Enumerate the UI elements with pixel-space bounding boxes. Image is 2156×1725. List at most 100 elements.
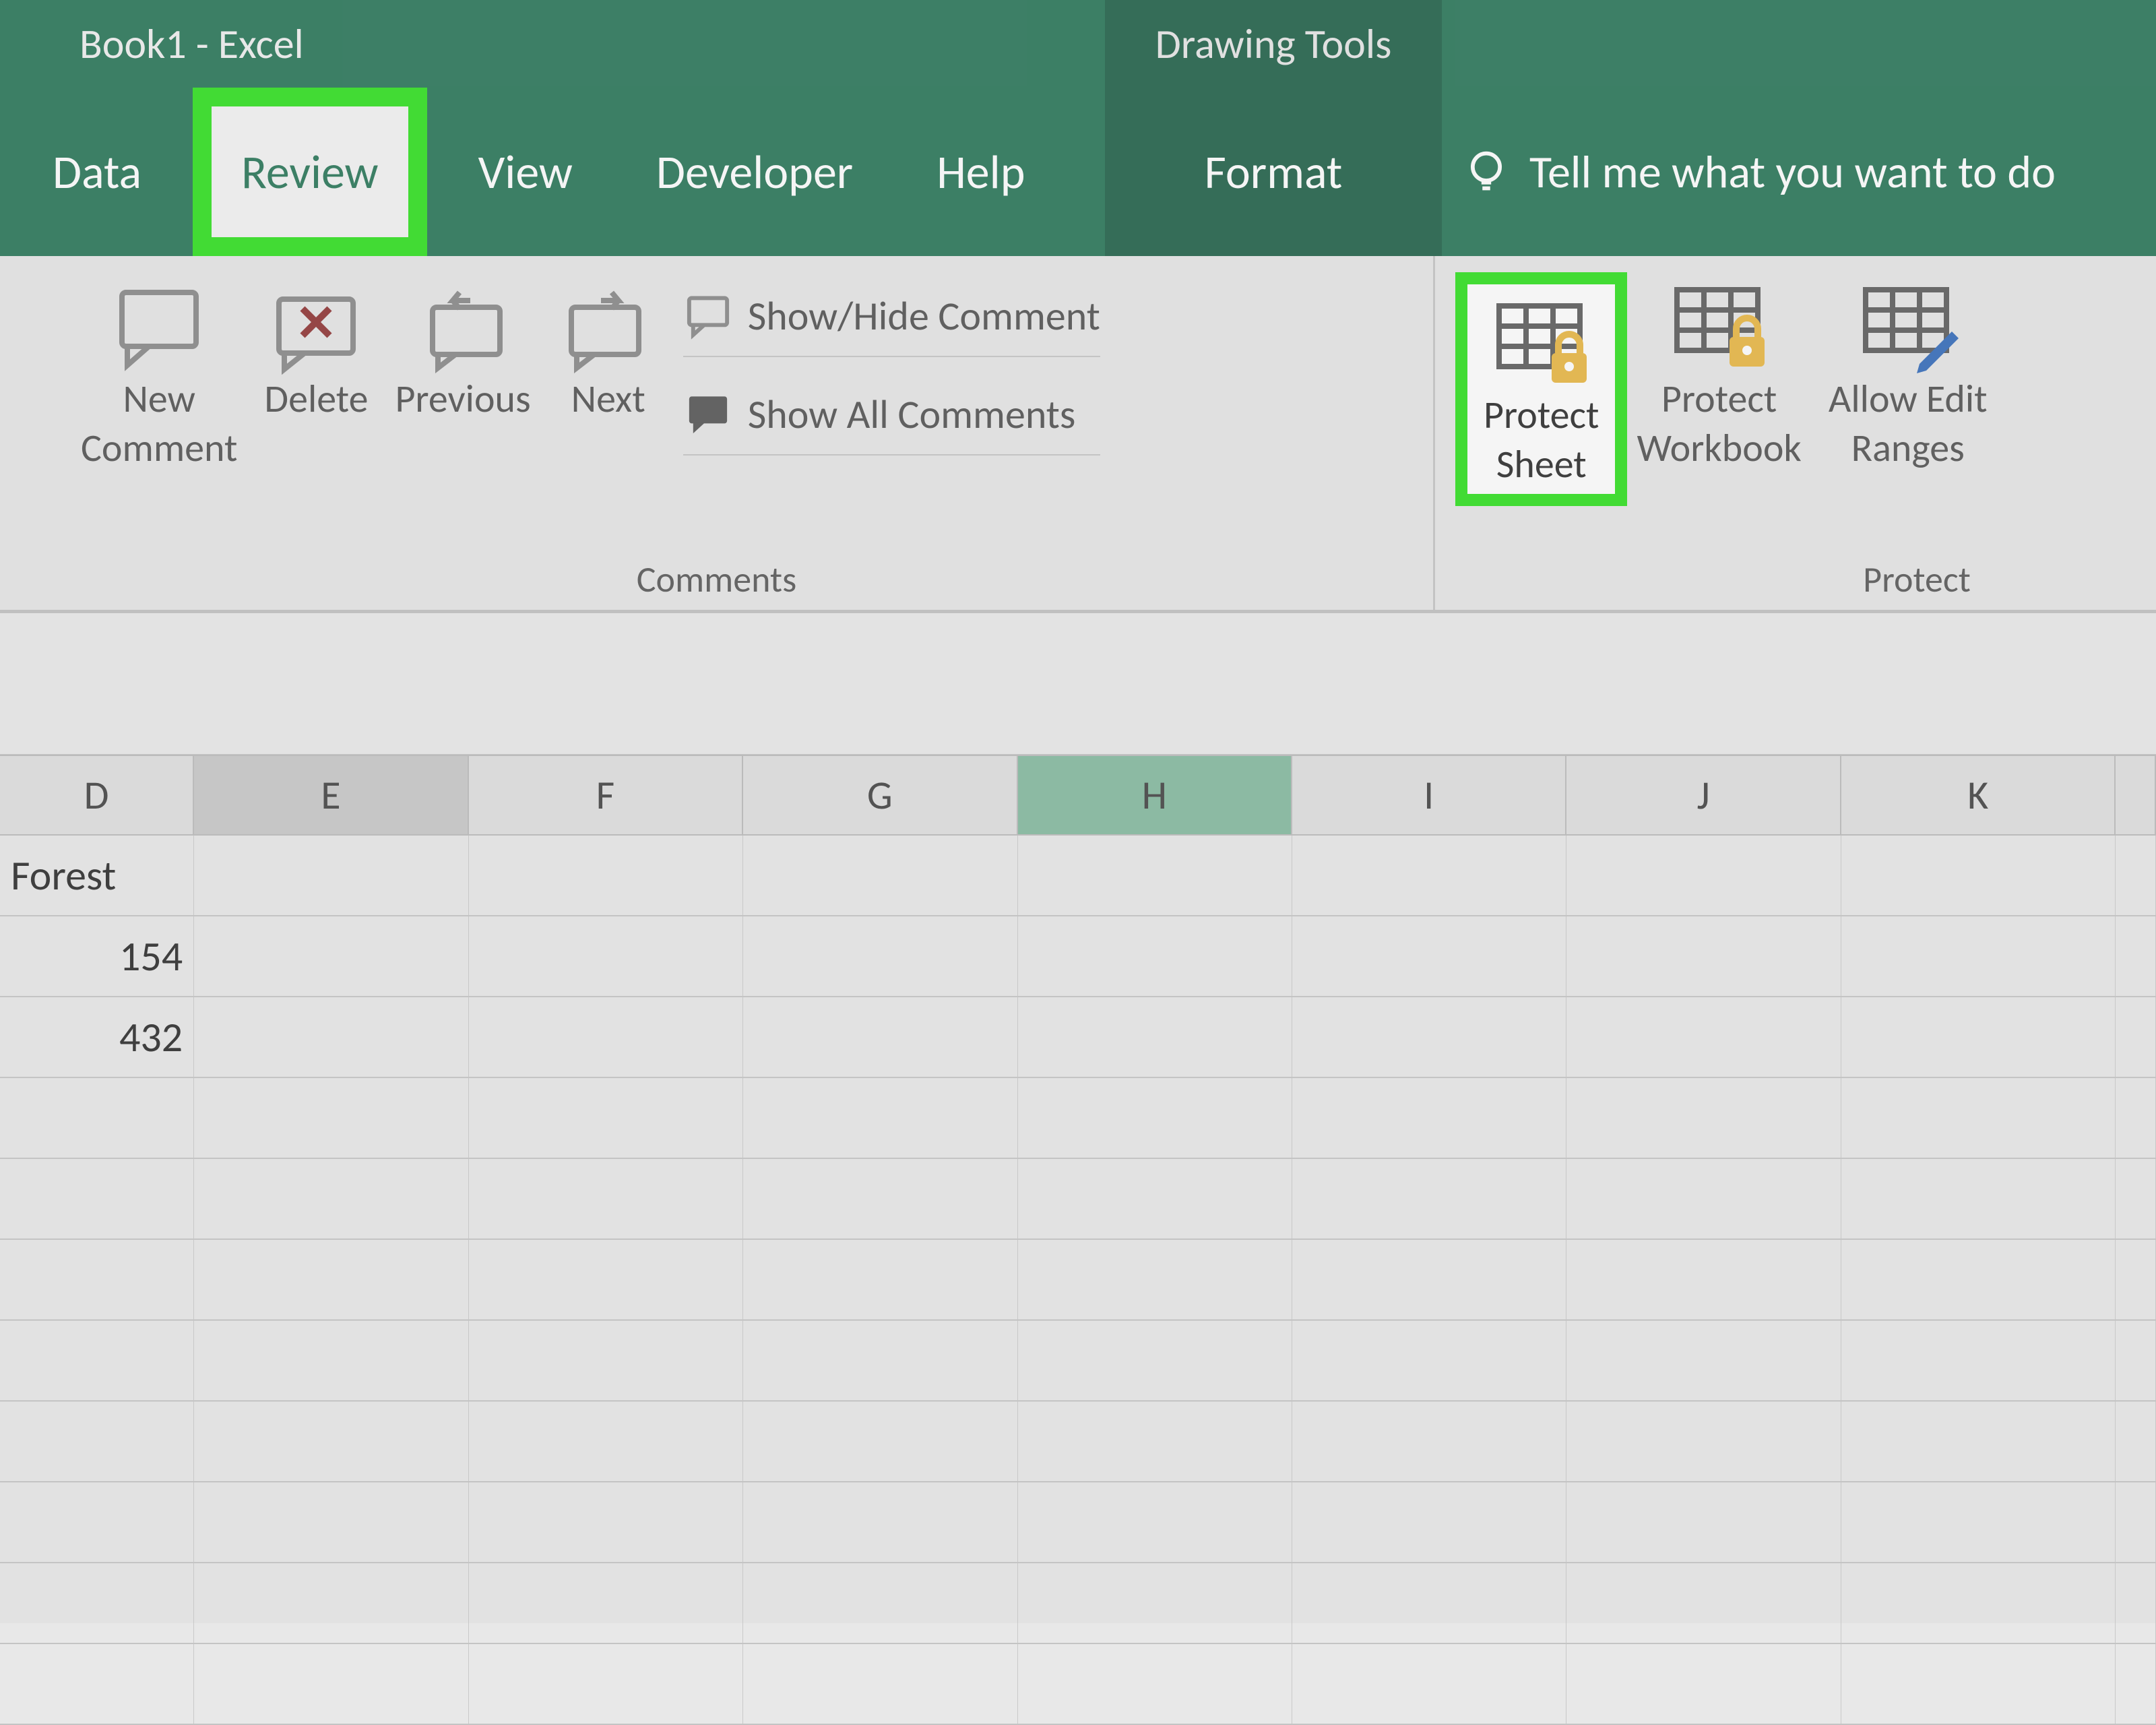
cell[interactable] [1018, 1078, 1292, 1158]
cell[interactable] [1292, 1563, 1566, 1643]
col-header-k[interactable]: K [1841, 756, 2116, 834]
cell[interactable] [469, 1078, 743, 1158]
cell[interactable] [743, 1078, 1017, 1158]
allow-edit-ranges-button[interactable]: Allow Edit Ranges [1829, 272, 1988, 472]
cell[interactable] [2116, 916, 2156, 996]
cell[interactable] [1566, 836, 1841, 915]
cell[interactable] [743, 1321, 1017, 1400]
cell[interactable] [469, 1159, 743, 1238]
cell-d2[interactable]: 154 [0, 916, 194, 996]
col-header-d[interactable]: D [0, 756, 194, 834]
cell[interactable] [0, 1159, 194, 1238]
cell[interactable] [1018, 836, 1292, 915]
cell[interactable] [1841, 1078, 2116, 1158]
cell[interactable] [743, 1563, 1017, 1643]
cell[interactable] [1018, 1159, 1292, 1238]
cell[interactable] [1292, 1240, 1566, 1319]
cell[interactable] [1841, 916, 2116, 996]
cell[interactable] [469, 1482, 743, 1562]
cell[interactable] [469, 836, 743, 915]
cell[interactable] [1841, 836, 2116, 915]
cell[interactable] [0, 1402, 194, 1481]
cell[interactable] [1018, 1482, 1292, 1562]
cell[interactable] [1018, 1321, 1292, 1400]
cell[interactable] [2116, 1321, 2156, 1400]
cell[interactable] [0, 1644, 194, 1724]
tab-view[interactable]: View [446, 111, 605, 232]
cell[interactable] [1292, 836, 1566, 915]
cell[interactable] [1566, 1644, 1841, 1724]
cell[interactable] [743, 916, 1017, 996]
cell[interactable] [2116, 1482, 2156, 1562]
cell[interactable] [1292, 1482, 1566, 1562]
cell[interactable] [1018, 1402, 1292, 1481]
cell[interactable] [2116, 1078, 2156, 1158]
cell[interactable] [1566, 1482, 1841, 1562]
cell[interactable] [1841, 1563, 2116, 1643]
cell[interactable] [1841, 1321, 2116, 1400]
cell[interactable] [1841, 1644, 2116, 1724]
cell[interactable] [194, 836, 468, 915]
cell[interactable] [1018, 1563, 1292, 1643]
cell[interactable] [1292, 1159, 1566, 1238]
tab-format[interactable]: Format [1105, 88, 1442, 256]
cell[interactable] [0, 1321, 194, 1400]
tab-review[interactable]: Review [193, 88, 426, 256]
cell[interactable] [0, 1482, 194, 1562]
cell[interactable] [743, 836, 1017, 915]
cell[interactable] [469, 916, 743, 996]
col-header-i[interactable]: I [1292, 756, 1566, 834]
cell[interactable] [1292, 1402, 1566, 1481]
previous-comment-button[interactable]: Previous [395, 272, 530, 424]
cell[interactable] [469, 1321, 743, 1400]
cell[interactable] [194, 1240, 468, 1319]
cell[interactable] [743, 1644, 1017, 1724]
cell[interactable] [1018, 916, 1292, 996]
tell-me-search[interactable]: Tell me what you want to do [1462, 88, 2056, 256]
delete-comment-button[interactable]: Delete [264, 272, 368, 424]
col-header-g[interactable]: G [743, 756, 1017, 834]
cell[interactable] [2116, 997, 2156, 1077]
cell[interactable] [0, 1240, 194, 1319]
col-header-e[interactable]: E [194, 756, 468, 834]
cell[interactable] [743, 1402, 1017, 1481]
new-comment-button[interactable]: New Comment [81, 272, 237, 472]
cell[interactable] [469, 1240, 743, 1319]
cell[interactable] [1566, 1159, 1841, 1238]
cell[interactable] [2116, 1644, 2156, 1724]
cell[interactable] [1841, 1159, 2116, 1238]
cell-d3[interactable]: 432 [0, 997, 194, 1077]
show-hide-comment-button[interactable]: Show/Hide Comment [683, 276, 1100, 357]
cell[interactable] [1292, 997, 1566, 1077]
cell[interactable] [1566, 1402, 1841, 1481]
cell[interactable] [1292, 1321, 1566, 1400]
cell[interactable] [1841, 1240, 2116, 1319]
next-comment-button[interactable]: Next [558, 272, 659, 424]
cell[interactable] [1841, 1482, 2116, 1562]
cell[interactable] [194, 1078, 468, 1158]
cell[interactable] [469, 1402, 743, 1481]
cell[interactable] [1566, 997, 1841, 1077]
cell[interactable] [469, 997, 743, 1077]
col-header-h[interactable]: H [1018, 756, 1292, 834]
cell[interactable] [1566, 916, 1841, 996]
col-header-j[interactable]: J [1566, 756, 1841, 834]
cell[interactable] [194, 1402, 468, 1481]
tab-developer[interactable]: Developer [624, 111, 885, 232]
cell[interactable] [194, 1563, 468, 1643]
cell[interactable] [1566, 1078, 1841, 1158]
show-all-comments-button[interactable]: Show All Comments [683, 375, 1100, 456]
cell[interactable] [1018, 997, 1292, 1077]
protect-sheet-button[interactable]: Protect Sheet [1467, 284, 1615, 494]
cell-d1[interactable]: Forest [0, 836, 194, 915]
protect-workbook-button[interactable]: Protect Workbook [1637, 272, 1801, 472]
cell[interactable] [194, 1482, 468, 1562]
cell[interactable] [1018, 1644, 1292, 1724]
cell[interactable] [2116, 1159, 2156, 1238]
cell[interactable] [194, 1159, 468, 1238]
cell[interactable] [2116, 1563, 2156, 1643]
cell[interactable] [194, 916, 468, 996]
cell[interactable] [743, 1482, 1017, 1562]
cell[interactable] [1566, 1321, 1841, 1400]
tab-data[interactable]: Data [20, 111, 174, 232]
